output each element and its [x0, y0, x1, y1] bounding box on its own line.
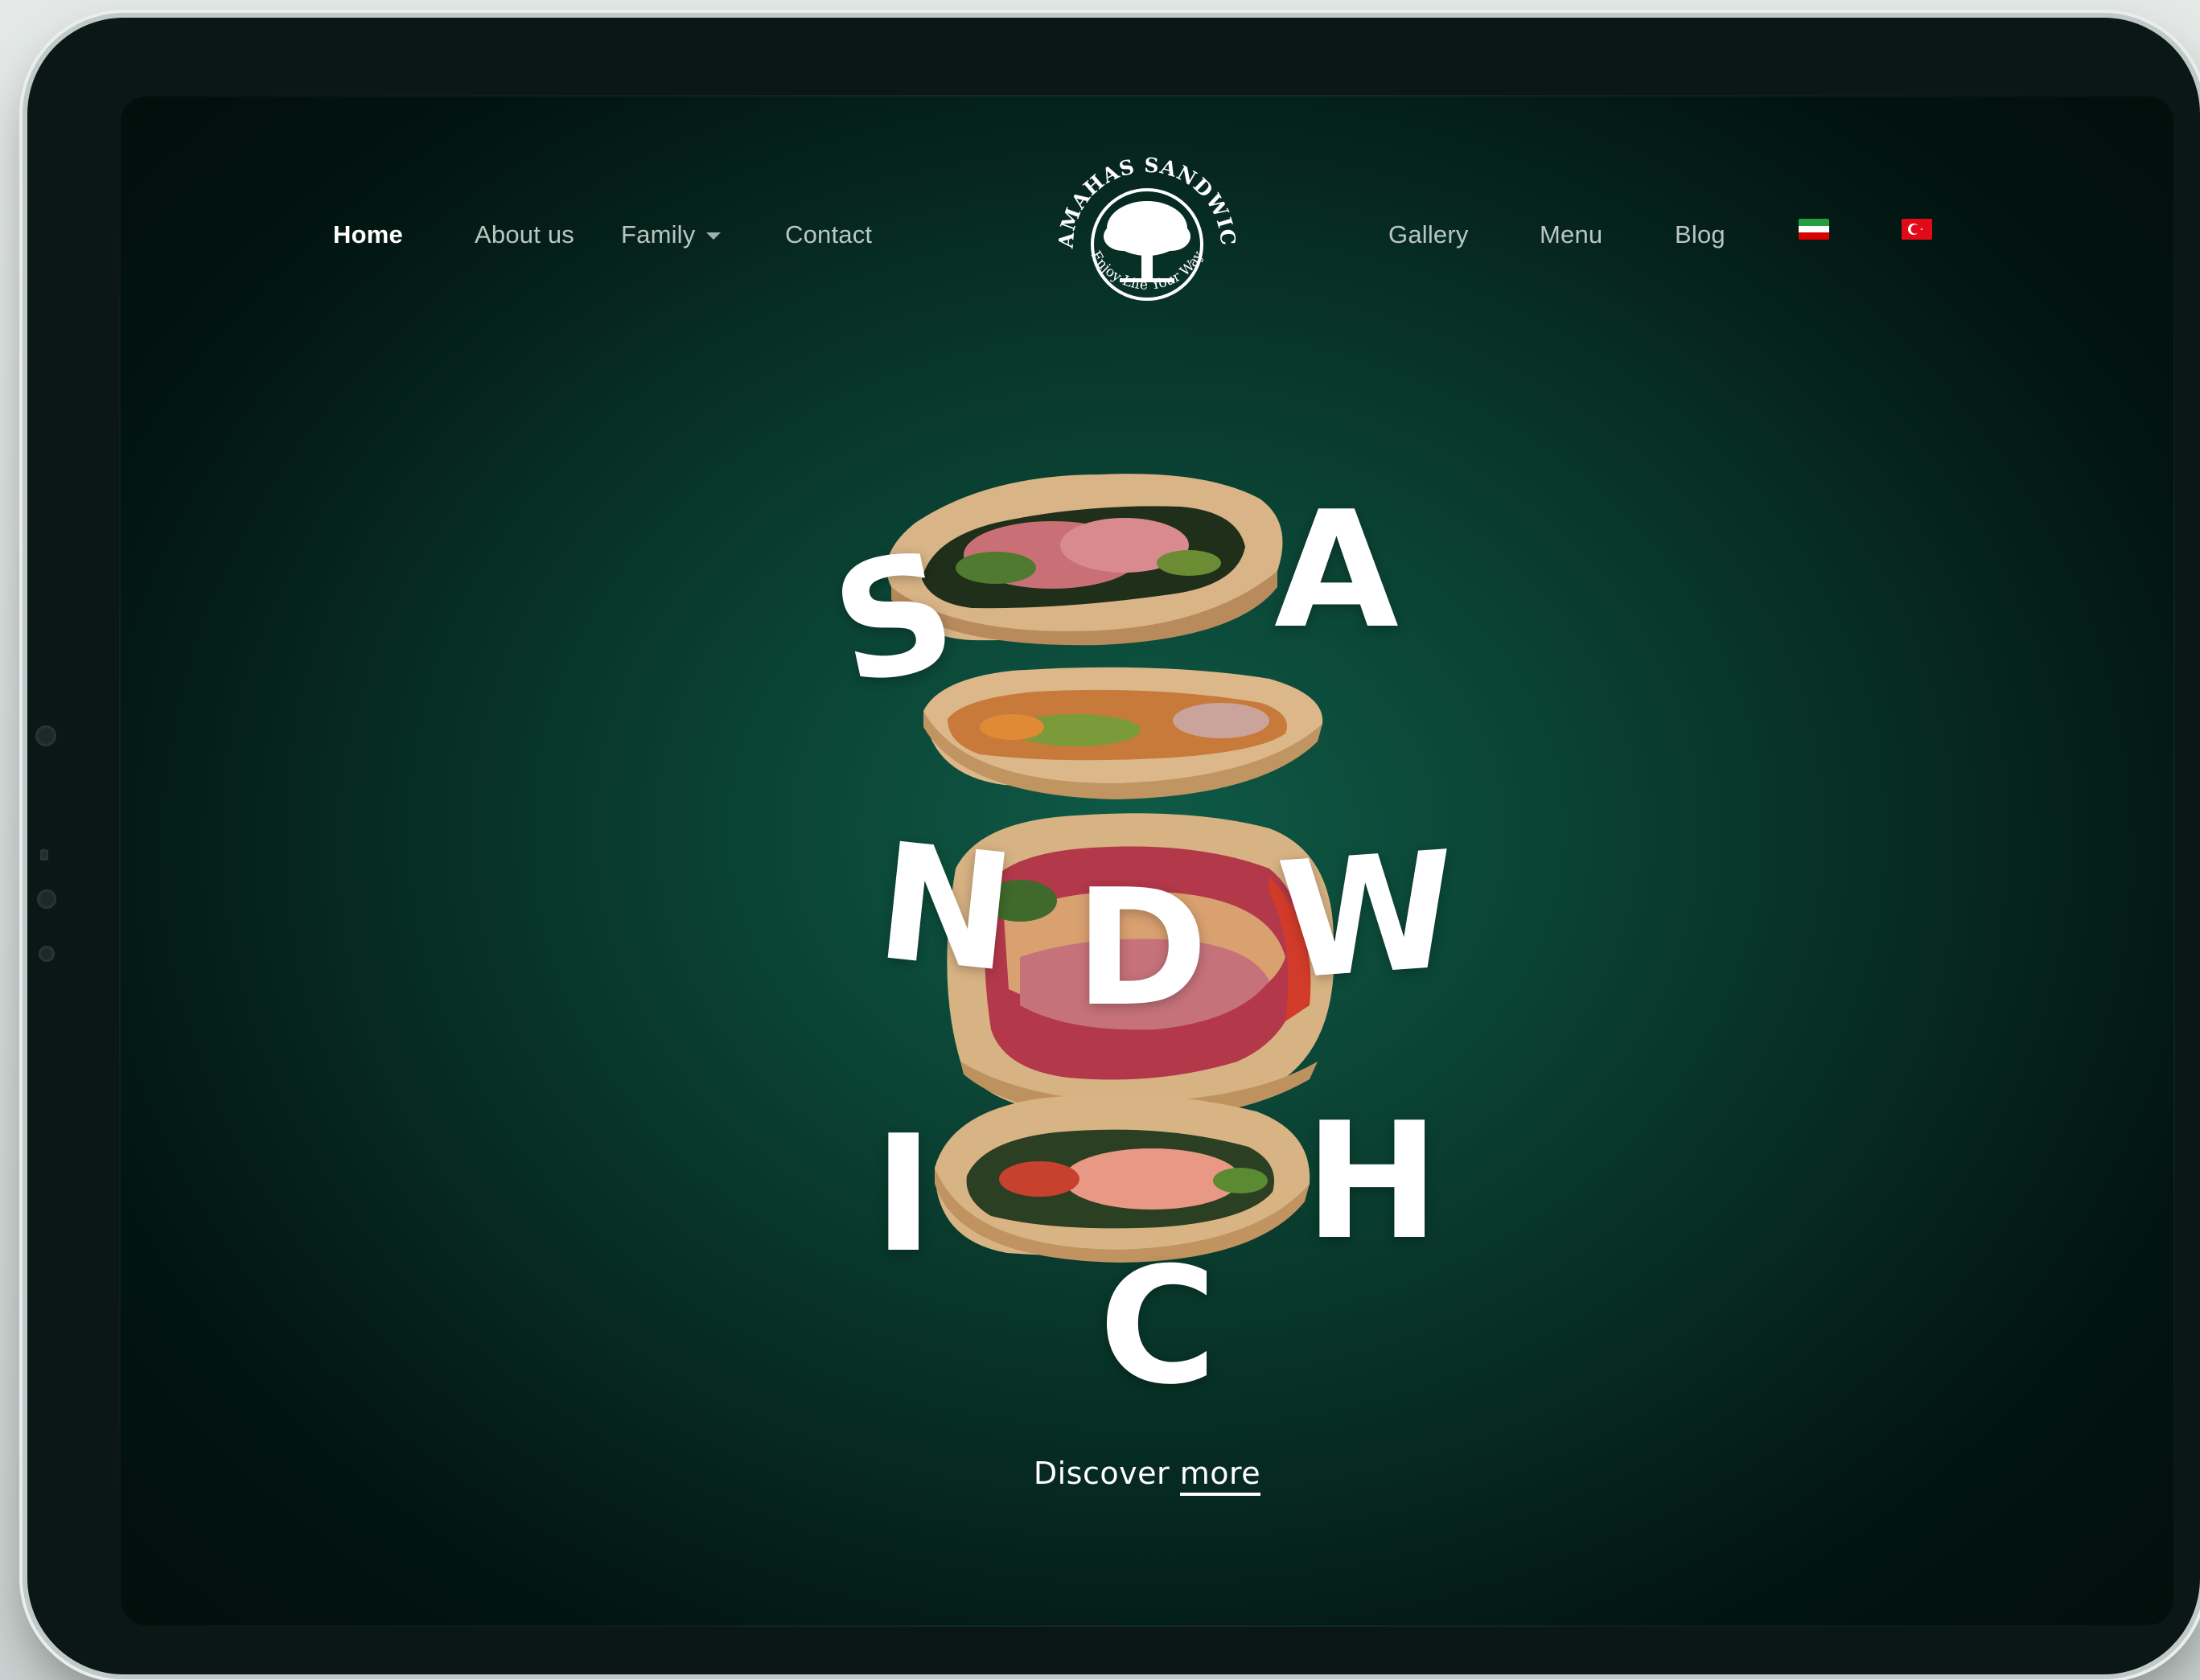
hero-letter-c: C: [1099, 1233, 1217, 1420]
hero-letter-h: H: [1305, 1088, 1440, 1275]
tablet-frame: Home About us Family Contact BAMAHAS SAN…: [27, 18, 2200, 1674]
side-button-2: [40, 849, 48, 861]
discover-more-link[interactable]: Discover more: [119, 1456, 2175, 1496]
side-button-4: [39, 946, 55, 962]
hero-letter-w: W: [1273, 816, 1463, 1017]
discover-prefix: Discover: [1033, 1456, 1180, 1491]
hero-letter-i: I: [874, 1101, 934, 1288]
hero-section: S A N D W I H C: [119, 95, 2175, 1627]
hero-letter-a: A: [1274, 477, 1399, 664]
discover-more-underlined: more: [1179, 1456, 1261, 1496]
sandwich-slice-2: [923, 667, 1323, 799]
side-button-1: [35, 725, 56, 746]
hero-letter-d: D: [1075, 855, 1209, 1042]
side-button-3: [37, 889, 56, 909]
website-screen: Home About us Family Contact BAMAHAS SAN…: [119, 95, 2175, 1627]
hero-letter-n: N: [869, 807, 1023, 1009]
